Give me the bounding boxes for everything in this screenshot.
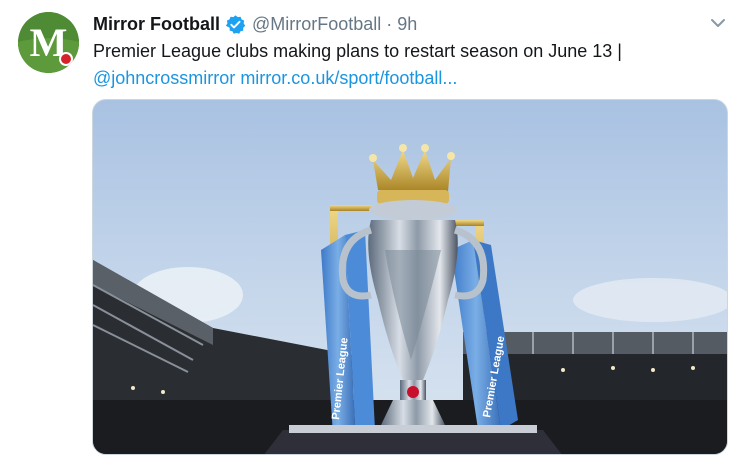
tweet-header: Mirror Football @MirrorFootball · 9h <box>93 12 417 36</box>
tweet-text: Premier League clubs making plans to res… <box>93 38 723 92</box>
mention-link[interactable]: @johncrossmirror <box>93 68 235 88</box>
chevron-down-icon[interactable] <box>707 12 729 34</box>
tweet-body: Premier League clubs making plans to res… <box>93 41 622 61</box>
user-handle[interactable]: @MirrorFootball <box>252 14 381 35</box>
display-name[interactable]: Mirror Football <box>93 14 220 35</box>
avatar[interactable]: M <box>18 12 79 73</box>
tweet-card[interactable]: M Mirror Football @MirrorFootball · 9h P… <box>0 0 743 461</box>
tweet-timestamp[interactable]: 9h <box>397 14 417 35</box>
separator-dot: · <box>386 13 393 34</box>
tweet-media-image[interactable]: Premier League Premier League <box>92 99 728 455</box>
article-link[interactable]: mirror.co.uk/sport/football... <box>240 68 457 88</box>
verified-badge-icon <box>225 14 246 35</box>
